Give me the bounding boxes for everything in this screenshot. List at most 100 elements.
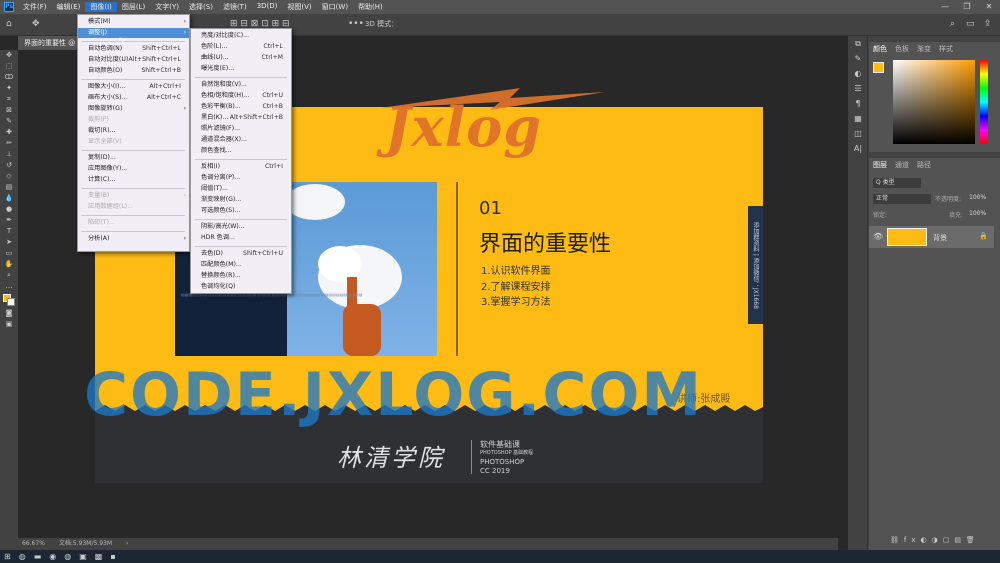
brush-panel-icon[interactable]: ✎: [848, 51, 868, 66]
lasso-tool-icon[interactable]: ↀ: [0, 72, 18, 83]
menu-option[interactable]: 黑白(K)... Alt+Shift+Ctrl+B: [191, 113, 291, 123]
properties-panel-icon[interactable]: ☰: [848, 81, 868, 96]
menu-option[interactable]: 色调分离(P)...: [191, 173, 291, 183]
menu-item[interactable]: 文件(F): [18, 2, 52, 12]
start-icon[interactable]: ⊞: [4, 552, 11, 561]
home-icon[interactable]: ⌂: [6, 19, 12, 29]
magic-wand-icon[interactable]: ✦: [0, 83, 18, 94]
fill-value[interactable]: 100%: [969, 210, 986, 217]
menu-option[interactable]: 阈值(T)...: [191, 184, 291, 194]
stamp-tool-icon[interactable]: ⊥: [0, 149, 18, 160]
panel-tab[interactable]: 渐变: [917, 44, 931, 54]
menu-option[interactable]: 分析(A) ›: [78, 234, 189, 244]
maximize-icon[interactable]: ❐: [956, 0, 978, 14]
more-tools-icon[interactable]: …: [0, 281, 18, 292]
blend-mode-select[interactable]: 正常: [873, 194, 931, 204]
menu-item[interactable]: 帮助(H): [353, 2, 388, 12]
visibility-eye-icon[interactable]: 👁: [873, 232, 883, 241]
menu-option[interactable]: 照片滤镜(F)...: [191, 124, 291, 134]
menu-option[interactable]: 去色(D) Shift+Ctrl+U: [191, 249, 291, 259]
kind-filter[interactable]: Q 类型: [873, 178, 921, 188]
history-brush-icon[interactable]: ↺: [0, 160, 18, 171]
menu-item[interactable]: 窗口(W): [317, 2, 353, 12]
taskbar-app-2-icon[interactable]: ◉: [49, 552, 56, 561]
zoom-tool-icon[interactable]: ⌕: [0, 270, 18, 281]
menu-option[interactable]: 画布大小(S)... Alt+Ctrl+C: [78, 93, 189, 103]
libraries-panel-icon[interactable]: ◫: [848, 126, 868, 141]
panel-tab[interactable]: 通道: [895, 160, 909, 170]
menu-option[interactable]: 计算(C)...: [78, 175, 189, 185]
healing-brush-icon[interactable]: ✚: [0, 127, 18, 138]
move-tool-icon[interactable]: ✥: [32, 19, 40, 29]
menu-option[interactable]: 通道混合器(X)...: [191, 135, 291, 145]
menu-option[interactable]: 色阶(L)... Ctrl+L: [191, 42, 291, 52]
menu-option[interactable]: 调整(J) ›: [78, 28, 189, 38]
frame-tool-icon[interactable]: ⊠: [0, 105, 18, 116]
layer-actions[interactable]: ⛓fx◐◑▢▤🗑: [890, 536, 980, 544]
menu-option[interactable]: 匹配颜色(M)...: [191, 260, 291, 270]
menu-option[interactable]: 色调均化(Q): [191, 282, 291, 292]
minimize-icon[interactable]: —: [934, 0, 956, 14]
type-tool-icon[interactable]: T: [0, 226, 18, 237]
dodge-tool-icon[interactable]: ●: [0, 204, 18, 215]
move-tool-icon[interactable]: ✥: [0, 50, 18, 61]
panel-tab[interactable]: 色板: [895, 44, 909, 54]
menu-option[interactable]: 裁剪(P): [78, 115, 189, 125]
menu-option[interactable]: 显示全部(V): [78, 137, 189, 147]
history-panel-icon[interactable]: ⧉: [848, 36, 868, 51]
workspace-icon[interactable]: ▭: [966, 19, 975, 29]
pen-tool-icon[interactable]: ✒: [0, 215, 18, 226]
menu-option[interactable]: 陷印(T)...: [78, 218, 189, 228]
menu-option[interactable]: 自然饱和度(V)...: [191, 80, 291, 90]
zoom-level[interactable]: 66.67%: [22, 538, 45, 550]
shape-tool-icon[interactable]: ▭: [0, 248, 18, 259]
menu-option[interactable]: 曲线(U)... Ctrl+M: [191, 53, 291, 63]
panel-tab[interactable]: 颜色: [873, 44, 887, 54]
share-icon[interactable]: ⇪: [984, 19, 992, 29]
hue-slider[interactable]: [980, 60, 988, 144]
taskbar-app-4-icon[interactable]: ▩: [95, 552, 103, 561]
menu-item[interactable]: 图像(I): [85, 2, 117, 12]
menu-option[interactable]: 模式(M) ›: [78, 17, 189, 27]
adjust-panel-icon[interactable]: ◐: [848, 66, 868, 81]
menu-option[interactable]: 图像大小(I)... Alt+Ctrl+I: [78, 82, 189, 92]
menu-option[interactable]: 颜色查找...: [191, 146, 291, 156]
menu-option[interactable]: 反相(I) Ctrl+I: [191, 162, 291, 172]
menu-option[interactable]: 替换颜色(R)...: [191, 271, 291, 281]
menu-option[interactable]: 变量(B) ›: [78, 191, 189, 201]
hand-tool-icon[interactable]: ✋: [0, 259, 18, 270]
photoshop-logo-icon[interactable]: Ps: [0, 0, 18, 14]
menu-option[interactable]: 亮度/对比度(C)...: [191, 31, 291, 41]
menu-option[interactable]: 色彩平衡(B)... Ctrl+B: [191, 102, 291, 112]
marquee-tool-icon[interactable]: ⬚: [0, 61, 18, 72]
screen-mode-icon[interactable]: ▣: [0, 319, 18, 330]
menu-option[interactable]: 应用数据组(L)...: [78, 202, 189, 212]
swatch-panel-icon[interactable]: ▦: [848, 111, 868, 126]
taskbar-app-3-icon[interactable]: ◍: [64, 552, 71, 561]
crop-tool-icon[interactable]: ⌗: [0, 94, 18, 105]
character-panel-icon[interactable]: A|: [848, 141, 868, 156]
menu-item[interactable]: 滤镜(T): [218, 2, 252, 12]
menu-item[interactable]: 文字(Y): [150, 2, 184, 12]
opacity-value[interactable]: 100%: [969, 194, 986, 201]
taskbar-folder-icon[interactable]: ▬: [34, 552, 42, 561]
menu-option[interactable]: 自动色调(N) Shift+Ctrl+L: [78, 44, 189, 54]
eyedropper-icon[interactable]: ✎: [0, 116, 18, 127]
more-options-icon[interactable]: •••: [348, 19, 364, 29]
menu-option[interactable]: 渐变映射(G)...: [191, 195, 291, 205]
taskbar-photoshop-icon[interactable]: ▣: [79, 552, 87, 561]
brush-tool-icon[interactable]: ✏: [0, 138, 18, 149]
menu-option[interactable]: 图像旋转(G) ›: [78, 104, 189, 114]
quick-mask-icon[interactable]: ◙: [0, 308, 18, 319]
panel-tab[interactable]: 路径: [917, 160, 931, 170]
taskbar-app-5-icon[interactable]: ▪: [110, 552, 115, 561]
foreground-color-swatch[interactable]: [873, 62, 884, 73]
path-select-icon[interactable]: ➤: [0, 237, 18, 248]
menu-option[interactable]: 曝光度(E)...: [191, 64, 291, 74]
menu-option[interactable]: 自动对比度(U) Alt+Shift+Ctrl+L: [78, 55, 189, 65]
panel-tab[interactable]: 样式: [939, 44, 953, 54]
taskbar-app-1-icon[interactable]: ◍: [19, 552, 26, 561]
menu-option[interactable]: 可选颜色(S)...: [191, 206, 291, 216]
menu-option[interactable]: HDR 色调...: [191, 233, 291, 243]
panel-tab[interactable]: 图层: [873, 160, 887, 170]
